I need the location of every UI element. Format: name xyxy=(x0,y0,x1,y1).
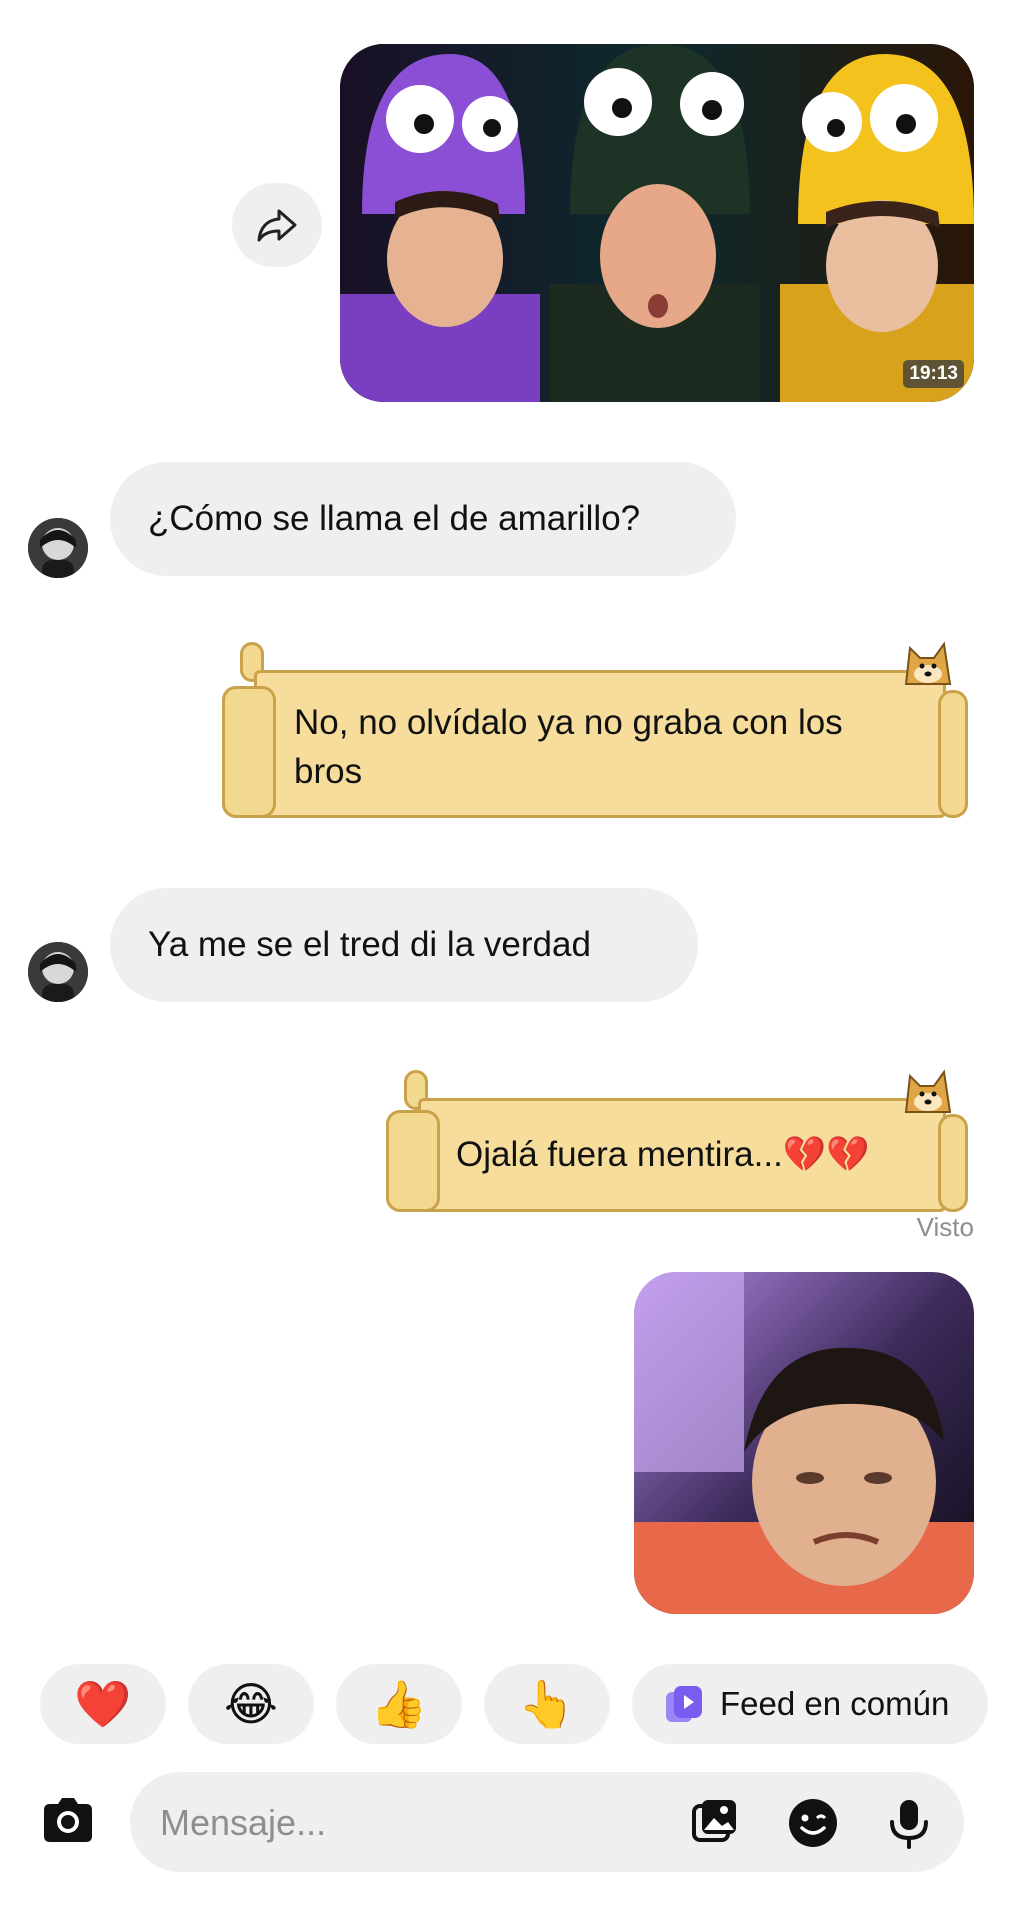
avatar-image xyxy=(28,942,88,1002)
message-composer xyxy=(130,1772,964,1874)
avatar[interactable] xyxy=(28,942,88,1002)
message-text: No, no olvídalo ya no graba con los bros xyxy=(294,703,843,791)
quick-reaction-heart[interactable]: ❤️ xyxy=(40,1664,166,1744)
photo-image xyxy=(634,1272,974,1614)
feed-chip-label: Feed en común xyxy=(720,1685,950,1722)
scroll-left-roll xyxy=(222,686,276,818)
share-arrow-icon xyxy=(257,209,297,242)
scroll-right-roll xyxy=(938,1114,968,1212)
video-thumbnail xyxy=(340,44,974,402)
quick-reaction-thumbs-up[interactable]: 👍 xyxy=(336,1664,462,1744)
heart-emoji: ❤️ xyxy=(74,1677,132,1730)
point-up-emoji: 👆 xyxy=(518,1677,576,1730)
camera-icon xyxy=(44,1798,92,1842)
video-duration: 19:13 xyxy=(903,360,964,388)
seen-status: Visto xyxy=(916,1212,974,1242)
thumbs-up-emoji: 👍 xyxy=(370,1677,428,1730)
laugh-emoji: 😂 xyxy=(224,1678,278,1730)
message-sent-2[interactable]: Ojalá fuera mentira...💔💔 xyxy=(382,1066,974,1216)
feed-en-comun-button[interactable]: Feed en común xyxy=(632,1664,988,1744)
microphone-icon[interactable] xyxy=(882,1796,936,1850)
scroll-left-roll xyxy=(386,1110,440,1212)
message-received-2[interactable]: Ya me se el tred di la verdad xyxy=(110,888,698,1002)
shared-video[interactable]: 19:13 xyxy=(340,44,974,402)
gallery-icon[interactable] xyxy=(688,1796,742,1850)
camera-button[interactable] xyxy=(36,1790,100,1854)
message-text: Ya me se el tred di la verdad xyxy=(148,925,591,964)
sticker-icon[interactable] xyxy=(786,1796,840,1850)
shared-feed-icon xyxy=(666,1686,702,1722)
doge-icon xyxy=(904,1069,952,1113)
message-text: Ojalá fuera mentira...💔💔 xyxy=(456,1135,870,1174)
message-sent-1[interactable]: No, no olvídalo ya no graba con los bros xyxy=(218,638,974,822)
message-text: ¿Cómo se llama el de amarillo? xyxy=(148,499,641,538)
share-button[interactable] xyxy=(232,183,322,267)
avatar[interactable] xyxy=(28,518,88,578)
sent-photo[interactable] xyxy=(634,1272,974,1614)
message-input[interactable] xyxy=(158,1772,642,1874)
avatar-image xyxy=(28,518,88,578)
scroll-right-roll xyxy=(938,690,968,818)
doge-icon xyxy=(904,641,952,685)
quick-reaction-point-up[interactable]: 👆 xyxy=(484,1664,610,1744)
message-received-1[interactable]: ¿Cómo se llama el de amarillo? xyxy=(110,462,736,576)
quick-reaction-laugh[interactable]: 😂 xyxy=(188,1664,314,1744)
